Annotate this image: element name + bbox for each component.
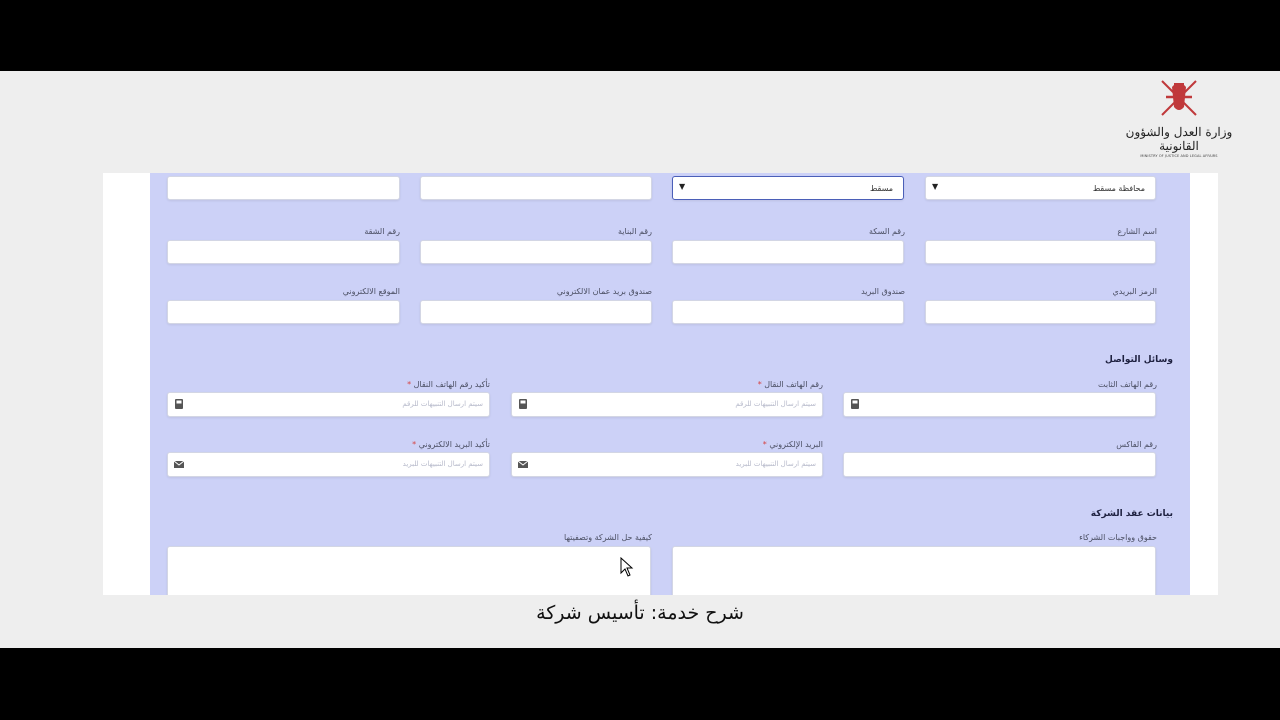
governorate-value: محافظة مسقط	[1092, 184, 1145, 193]
mobile-placeholder: سيتم ارسال التنبيهات للرقم	[735, 400, 816, 408]
partners-rights-label: حقوق وواجبات الشركاء	[1079, 533, 1157, 542]
po-box-input[interactable]	[672, 300, 904, 324]
oman-post-input[interactable]	[420, 300, 652, 324]
area-input[interactable]	[420, 176, 652, 200]
video-frame: وزارة العدل والشؤون القانونية MINISTRY O…	[0, 71, 1280, 648]
envelope-icon	[517, 460, 529, 468]
dissolution-textarea[interactable]	[167, 546, 651, 595]
wilayat-value: مسقط	[869, 184, 893, 193]
form-page: محافظة مسقط ▼ مسقط ▼ اسم الشارع رقم السك…	[103, 173, 1218, 595]
required-mark: *	[407, 380, 412, 389]
partners-rights-textarea[interactable]	[672, 546, 1156, 595]
postal-code-label: الرمز البريدي	[1112, 287, 1158, 296]
mobile-confirm-label: تأكيد رقم الهاتف النقال *	[407, 380, 490, 389]
dropdown-arrow-icon: ▼	[932, 182, 939, 191]
way-label: رقم السكة	[868, 227, 905, 236]
dropdown-arrow-icon: ▼	[679, 182, 686, 191]
landline-label: رقم الهاتف الثابت	[1098, 380, 1157, 389]
mobile-input[interactable]: سيتم ارسال التنبيهات للرقم	[511, 392, 823, 417]
dissolution-label: كيفية حل الشركة وتصفيتها	[564, 533, 652, 542]
contact-section-title: وسائل التواصل	[1105, 355, 1173, 365]
street-label: اسم الشارع	[1117, 227, 1157, 236]
po-box-label: صندوق البريد	[861, 287, 905, 296]
required-mark: *	[762, 440, 767, 449]
ministry-name-ar: وزارة العدل والشؤون القانونية	[1125, 125, 1233, 153]
email-label-text: البريد الإلكتروني	[769, 440, 823, 449]
phone-icon	[851, 399, 859, 409]
email-label: البريد الإلكتروني *	[763, 440, 823, 449]
envelope-icon	[173, 460, 185, 468]
phone-icon	[519, 399, 527, 409]
mobile-label: رقم الهاتف النقال *	[758, 380, 823, 389]
contract-section-title: بيانات عقد الشركة	[1090, 509, 1173, 519]
flat-input[interactable]	[167, 240, 400, 264]
email-confirm-label-text: تأكيد البريد الالكتروني	[418, 440, 490, 449]
mobile-confirm-input[interactable]: سيتم ارسال التنبيهات للرقم	[167, 392, 490, 417]
phone-icon	[175, 399, 183, 409]
building-label: رقم البناية	[618, 227, 652, 236]
flat-label: رقم الشقة	[364, 227, 400, 236]
email-confirm-label: تأكيد البريد الالكتروني *	[412, 440, 490, 449]
website-label: الموقع الالكتروني	[342, 287, 400, 296]
mouse-cursor-icon	[620, 557, 634, 577]
email-confirm-placeholder: سيتم ارسال التنبيهات للبريد	[402, 460, 483, 468]
way-input[interactable]	[672, 240, 904, 264]
mobile-label-text: رقم الهاتف النقال	[764, 380, 823, 389]
fax-input[interactable]	[843, 452, 1156, 477]
building-input[interactable]	[420, 240, 652, 264]
wilayat-select[interactable]: مسقط ▼	[672, 176, 904, 200]
governorate-select[interactable]: محافظة مسقط ▼	[925, 176, 1156, 200]
company-registration-form: محافظة مسقط ▼ مسقط ▼ اسم الشارع رقم السك…	[150, 173, 1190, 595]
khanjar-emblem-icon	[1161, 80, 1197, 116]
email-confirm-input[interactable]: سيتم ارسال التنبيهات للبريد	[167, 452, 490, 477]
email-placeholder: سيتم ارسال التنبيهات للبريد	[735, 460, 816, 468]
mobile-confirm-label-text: تأكيد رقم الهاتف النقال	[413, 380, 490, 389]
required-mark: *	[757, 380, 762, 389]
street-input[interactable]	[925, 240, 1156, 264]
postal-code-input[interactable]	[925, 300, 1156, 324]
required-mark: *	[412, 440, 417, 449]
website-input[interactable]	[167, 300, 400, 324]
landline-input[interactable]	[843, 392, 1156, 417]
ministry-logo: وزارة العدل والشؤون القانونية MINISTRY O…	[1118, 73, 1240, 158]
video-caption: شرح خدمة: تأسيس شركة	[536, 602, 744, 624]
oman-post-label: صندوق بريد عمان الالكتروني	[556, 287, 652, 296]
fax-label: رقم الفاكس	[1116, 440, 1157, 449]
email-input[interactable]: سيتم ارسال التنبيهات للبريد	[511, 452, 823, 477]
village-input[interactable]	[167, 176, 400, 200]
mobile-confirm-placeholder: سيتم ارسال التنبيهات للرقم	[402, 400, 483, 408]
ministry-name-en: MINISTRY OF JUSTICE AND LEGAL AFFAIRS	[1140, 154, 1218, 158]
